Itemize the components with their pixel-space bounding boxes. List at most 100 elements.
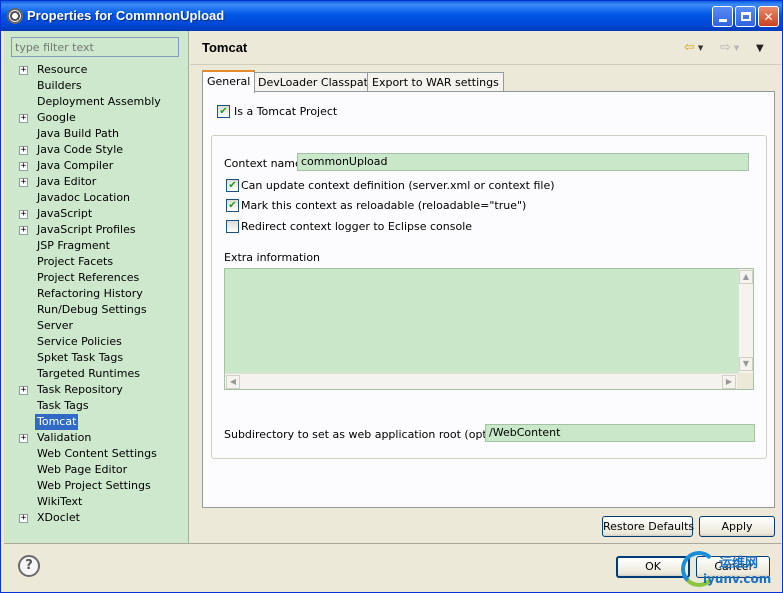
- sidebar-item-label: Web Content Settings: [37, 447, 157, 460]
- sidebar-item-java-code-style[interactable]: + Java Code Style: [4, 142, 189, 158]
- is-tomcat-project-label: Is a Tomcat Project: [234, 105, 338, 118]
- sidebar-item-javadoc-location[interactable]: Javadoc Location: [4, 190, 189, 206]
- sidebar-item-wikitext[interactable]: WikiText: [4, 494, 189, 510]
- sidebar-item-service-policies[interactable]: Service Policies: [4, 334, 189, 350]
- sidebar-item-web-page-editor[interactable]: Web Page Editor: [4, 462, 189, 478]
- sidebar-item-resource[interactable]: + Resource: [4, 62, 189, 78]
- sidebar-item-javascript-profiles[interactable]: + JavaScript Profiles: [4, 222, 189, 238]
- forward-button[interactable]: ⇨ ▼: [720, 40, 739, 56]
- sidebar-item-label: XDoclet: [37, 511, 80, 524]
- restore-defaults-button[interactable]: Restore Defaults: [602, 516, 694, 537]
- help-icon[interactable]: ?: [18, 555, 40, 577]
- context-group: Context name commonUpload ✔ Can update c…: [211, 135, 767, 459]
- tab-devloader-classpath[interactable]: DevLoader Classpath: [253, 72, 380, 92]
- sidebar-item-google[interactable]: + Google: [4, 110, 189, 126]
- back-button[interactable]: ⇦ ▼: [684, 40, 703, 56]
- extra-information-label: Extra information: [224, 251, 321, 264]
- can-update-context-label: Can update context definition (server.xm…: [241, 179, 555, 192]
- expand-icon[interactable]: +: [19, 514, 28, 523]
- apply-button[interactable]: Apply: [699, 516, 775, 537]
- context-name-label: Context name: [224, 157, 302, 170]
- sidebar-item-label: JavaScript Profiles: [37, 223, 136, 236]
- title-bar[interactable]: Properties for CommnonUpload ✕: [1, 1, 782, 31]
- sidebar-item-deployment-assembly[interactable]: Deployment Assembly: [4, 94, 189, 110]
- sidebar-item-xdoclet[interactable]: + XDoclet: [4, 510, 189, 526]
- redirect-logger-checkbox[interactable]: [226, 220, 239, 233]
- expand-icon[interactable]: +: [19, 434, 28, 443]
- chevron-down-icon: ▼: [697, 44, 704, 52]
- sidebar-item-java-compiler[interactable]: + Java Compiler: [4, 158, 189, 174]
- sidebar-item-validation[interactable]: + Validation: [4, 430, 189, 446]
- sidebar-item-javascript[interactable]: + JavaScript: [4, 206, 189, 222]
- sidebar-item-label: Builders: [37, 79, 82, 92]
- sidebar-item-project-facets[interactable]: Project Facets: [4, 254, 189, 270]
- sidebar-item-targeted-runtimes[interactable]: Targeted Runtimes: [4, 366, 189, 382]
- sidebar-item-label: Task Tags: [37, 399, 89, 412]
- tab-general[interactable]: General: [202, 70, 256, 93]
- filter-input[interactable]: [11, 37, 179, 57]
- sidebar-item-java-editor[interactable]: + Java Editor: [4, 174, 189, 190]
- is-tomcat-project-checkbox[interactable]: ✔: [217, 105, 230, 118]
- sidebar-item-label: Javadoc Location: [37, 191, 131, 204]
- expand-icon[interactable]: +: [19, 162, 28, 171]
- can-update-context-checkbox[interactable]: ✔: [226, 179, 239, 192]
- sidebar-item-label: Targeted Runtimes: [37, 367, 140, 380]
- sidebar-item-label: Java Compiler: [37, 159, 114, 172]
- sidebar-item-label: Java Build Path: [37, 127, 120, 140]
- sidebar-item-label: JSP Fragment: [37, 239, 110, 252]
- sidebar-item-label: Spket Task Tags: [37, 351, 124, 364]
- sidebar-item-jsp-fragment[interactable]: JSP Fragment: [4, 238, 189, 254]
- sidebar-item-run-debug-settings[interactable]: Run/Debug Settings: [4, 302, 189, 318]
- sidebar-item-web-project-settings[interactable]: Web Project Settings: [4, 478, 189, 494]
- view-menu-icon: ▼: [756, 42, 764, 54]
- sidebar-item-tomcat[interactable]: Tomcat: [4, 414, 189, 430]
- expand-icon[interactable]: +: [19, 66, 28, 75]
- sidebar-item-project-references[interactable]: Project References: [4, 270, 189, 286]
- sidebar-item-label: Deployment Assembly: [37, 95, 161, 108]
- expand-icon[interactable]: +: [19, 114, 28, 123]
- sidebar-item-builders[interactable]: Builders: [4, 78, 189, 94]
- close-button[interactable]: ✕: [758, 6, 779, 27]
- header-divider: [190, 64, 781, 65]
- scrollbar-corner: [737, 373, 753, 389]
- page-title: Tomcat: [202, 40, 248, 55]
- sidebar-item-task-repository[interactable]: + Task Repository: [4, 382, 189, 398]
- sidebar-item-refactoring-history[interactable]: Refactoring History: [4, 286, 189, 302]
- minimize-button[interactable]: [712, 6, 733, 27]
- window-title: Properties for CommnonUpload: [27, 8, 225, 23]
- extra-information-textarea[interactable]: ▲ ▼ ◀ ▶: [224, 268, 754, 390]
- scroll-left-icon[interactable]: ◀: [226, 375, 240, 389]
- sidebar-item-label: Tomcat: [35, 414, 79, 430]
- sidebar-item-label: Web Page Editor: [37, 463, 128, 476]
- sidebar-item-label: JavaScript: [37, 207, 93, 220]
- back-arrow-icon: ⇦: [684, 40, 695, 55]
- context-name-input[interactable]: commonUpload: [297, 153, 749, 171]
- scroll-down-icon[interactable]: ▼: [739, 357, 753, 371]
- redirect-logger-label: Redirect context logger to Eclipse conso…: [241, 220, 473, 233]
- horizontal-scrollbar[interactable]: ◀ ▶: [225, 373, 738, 389]
- expand-icon[interactable]: +: [19, 210, 28, 219]
- sidebar-item-label: Validation: [37, 431, 92, 444]
- sidebar-item-label: Java Code Style: [37, 143, 124, 156]
- general-tab-panel: ✔ Is a Tomcat Project Context name commo…: [202, 91, 775, 508]
- scroll-up-icon[interactable]: ▲: [739, 270, 753, 284]
- sidebar-item-spket-task-tags[interactable]: Spket Task Tags: [4, 350, 189, 366]
- sidebar-item-server[interactable]: Server: [4, 318, 189, 334]
- subdirectory-input[interactable]: /WebContent: [485, 424, 755, 442]
- expand-icon[interactable]: +: [19, 386, 28, 395]
- maximize-button[interactable]: [735, 6, 756, 27]
- expand-icon[interactable]: +: [19, 226, 28, 235]
- view-menu-button[interactable]: ▼: [756, 40, 764, 56]
- expand-icon[interactable]: +: [19, 178, 28, 187]
- vertical-scrollbar[interactable]: ▲ ▼: [738, 269, 753, 373]
- expand-icon[interactable]: +: [19, 146, 28, 155]
- properties-dialog: Properties for CommnonUpload ✕ + Resource…: [0, 0, 783, 593]
- chevron-down-icon: ▼: [733, 44, 740, 52]
- sidebar-item-web-content-settings[interactable]: Web Content Settings: [4, 446, 189, 462]
- tab-export-to-war-settings[interactable]: Export to WAR settings: [367, 72, 504, 92]
- sidebar-item-task-tags[interactable]: Task Tags: [4, 398, 189, 414]
- close-icon: ✕: [763, 9, 774, 24]
- sidebar-item-java-build-path[interactable]: Java Build Path: [4, 126, 189, 142]
- scroll-right-icon[interactable]: ▶: [722, 375, 736, 389]
- mark-reloadable-checkbox[interactable]: ✔: [226, 199, 239, 212]
